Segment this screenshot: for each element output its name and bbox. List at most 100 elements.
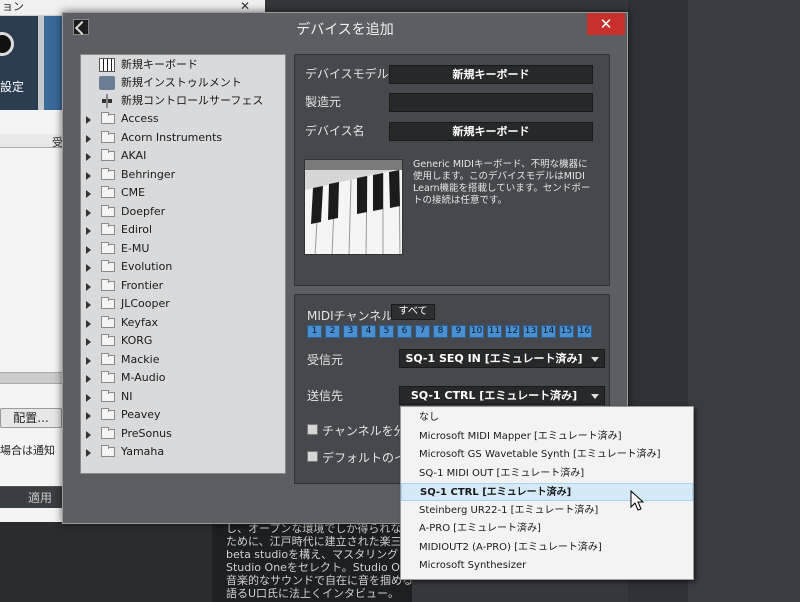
expand-arrow-icon[interactable]	[86, 393, 91, 402]
receive-from-dropdown[interactable]: SQ-1 SEQ IN [エミュレート済み]	[399, 349, 605, 368]
tree-folder-item[interactable]: AKAI	[81, 147, 285, 165]
send-option[interactable]: A-PRO [エミュレート済み]	[401, 520, 693, 538]
midi-channel-button[interactable]: 12	[505, 325, 520, 338]
tree-folder-item[interactable]: CME	[81, 184, 285, 202]
expand-arrow-icon[interactable]	[86, 338, 91, 346]
expand-arrow-icon[interactable]	[86, 375, 91, 383]
expand-arrow-icon[interactable]	[86, 301, 91, 309]
expand-arrow-icon[interactable]	[86, 171, 91, 180]
tree-folder-label: PreSonus	[121, 426, 172, 440]
tree-item-label: 新規コントロールサーフェス	[121, 94, 264, 107]
default-input-checkbox[interactable]	[307, 451, 318, 462]
midi-channel-button[interactable]: 11	[487, 325, 502, 338]
send-to-options-list[interactable]: なし Microsoft MIDI Mapper [エミュレート済み] Micros…	[400, 406, 694, 580]
device-description: Generic MIDIキーボード、不明な機器に使用します。このデバイスモデルは…	[413, 159, 591, 206]
send-to-label: 送信先	[307, 389, 344, 403]
background-blue-tile[interactable]	[44, 16, 64, 110]
send-option[interactable]: なし	[401, 409, 693, 427]
tree-folder-item[interactable]: Frontier	[81, 277, 285, 295]
device-tree[interactable]: 新規キーボード 新規インストゥルメント 新規コントロールサーフェス Access…	[80, 54, 286, 474]
send-option[interactable]: SQ-1 MIDI OUT [エミュレート済み]	[401, 465, 693, 483]
device-model-label: デバイスモデル	[305, 67, 389, 81]
tree-item-new-instrument[interactable]: 新規インストゥルメント	[81, 74, 285, 92]
apply-button[interactable]: 適用	[28, 489, 52, 506]
expand-arrow-icon[interactable]	[86, 356, 91, 365]
tree-folder-item[interactable]: Peavey	[81, 406, 285, 424]
background-panel	[0, 110, 66, 522]
folder-icon	[101, 204, 115, 217]
tree-folder-item[interactable]: JLCooper	[81, 295, 285, 313]
settings-tile[interactable]: 設定	[0, 16, 38, 110]
dialog-close-button[interactable]: ✕	[587, 13, 625, 35]
tree-folder-item[interactable]: Behringer	[81, 166, 285, 184]
tree-folder-item[interactable]: Acorn Instruments	[81, 129, 285, 147]
tree-item-new-keyboard[interactable]: 新規キーボード	[81, 56, 285, 74]
folder-icon	[101, 445, 115, 457]
expand-arrow-icon[interactable]	[86, 449, 91, 457]
expand-arrow-icon[interactable]	[86, 412, 91, 420]
midi-channel-button[interactable]: 1	[307, 325, 322, 338]
instrument-icon	[99, 76, 115, 90]
tree-folder-item[interactable]: Access	[81, 110, 285, 128]
control-surface-icon	[99, 94, 115, 108]
expand-arrow-icon[interactable]	[86, 116, 91, 124]
expand-arrow-icon[interactable]	[86, 208, 91, 217]
tree-folder-item[interactable]: KORG	[81, 332, 285, 350]
midi-channel-button[interactable]: 8	[433, 325, 448, 338]
midi-channel-button[interactable]: 13	[523, 325, 538, 338]
all-channels-button[interactable]: すべて	[391, 304, 435, 320]
send-to-dropdown[interactable]: SQ-1 CTRL [エミュレート済み]	[399, 386, 605, 405]
tree-folder-item[interactable]: Keyfax	[81, 314, 285, 332]
placement-button[interactable]: 配置...	[0, 408, 62, 428]
tree-folder-item[interactable]: PreSonus	[81, 425, 285, 443]
midi-channel-button[interactable]: 3	[343, 325, 358, 338]
folder-icon	[101, 297, 115, 309]
tree-folder-item[interactable]: NI	[81, 388, 285, 406]
midi-channel-button[interactable]: 10	[469, 325, 484, 338]
midi-channel-button[interactable]: 16	[577, 325, 592, 338]
expand-arrow-icon[interactable]	[86, 245, 91, 254]
expand-arrow-icon[interactable]	[86, 227, 91, 235]
midi-channel-button[interactable]: 2	[325, 325, 340, 338]
expand-arrow-icon[interactable]	[86, 319, 91, 328]
tree-folder-label: Edirol	[121, 223, 153, 236]
tree-folder-item[interactable]: Doepfer	[81, 203, 285, 221]
expand-arrow-icon[interactable]	[86, 134, 91, 143]
send-option[interactable]: Microsoft GS Wavetable Synth [エミュレート済み]	[401, 446, 693, 464]
midi-channel-button[interactable]: 15	[559, 325, 574, 338]
midi-channel-button[interactable]: 5	[379, 325, 394, 338]
send-option[interactable]: MIDIOUT2 (A-PRO) [エミュレート済み]	[401, 539, 693, 557]
tree-folder-label: Frontier	[121, 278, 164, 292]
expand-arrow-icon[interactable]	[86, 190, 91, 198]
split-channels-checkbox[interactable]	[307, 424, 318, 435]
expand-arrow-icon[interactable]	[86, 264, 91, 272]
tree-folder-item[interactable]: E-MU	[81, 240, 285, 258]
send-option[interactable]: Microsoft MIDI Mapper [エミュレート済み]	[401, 428, 693, 446]
midi-channel-button[interactable]: 9	[451, 325, 466, 338]
tree-folder-item[interactable]: Evolution	[81, 258, 285, 276]
tree-folder-item[interactable]: M-Audio	[81, 369, 285, 387]
tree-folder-item[interactable]: Edirol	[81, 221, 285, 239]
expand-arrow-icon[interactable]	[86, 430, 91, 439]
tree-item-new-control-surface[interactable]: 新規コントロールサーフェス	[81, 92, 285, 110]
midi-channel-button[interactable]: 6	[397, 325, 412, 338]
send-option[interactable]: Microsoft Synthesizer	[401, 557, 693, 575]
device-model-field[interactable]: 新規キーボード	[389, 65, 593, 84]
send-option-selected[interactable]: SQ-1 CTRL [エミュレート済み]	[401, 483, 693, 501]
tree-folder-label: E-MU	[121, 241, 150, 255]
expand-arrow-icon[interactable]	[86, 153, 91, 161]
background-scrollbar[interactable]	[0, 372, 66, 384]
midi-channel-button[interactable]: 7	[415, 325, 430, 338]
midi-channel-button[interactable]: 4	[361, 325, 376, 338]
expand-arrow-icon[interactable]	[86, 282, 91, 291]
folder-icon	[101, 334, 115, 346]
background-apply-bar: 適用	[0, 486, 66, 508]
send-option[interactable]: Steinberg UR22-1 [エミュレート済み]	[401, 502, 693, 520]
device-name-field[interactable]: 新規キーボード	[389, 122, 593, 141]
background-right-strip	[688, 0, 800, 602]
tree-folder-item[interactable]: Mackie	[81, 351, 285, 369]
manufacturer-field[interactable]	[389, 93, 593, 112]
midi-channel-button[interactable]: 14	[541, 325, 556, 338]
tree-folder-item[interactable]: Yamaha	[81, 443, 285, 461]
dialog-titlebar[interactable]: デバイスを追加 ✕	[63, 13, 627, 43]
